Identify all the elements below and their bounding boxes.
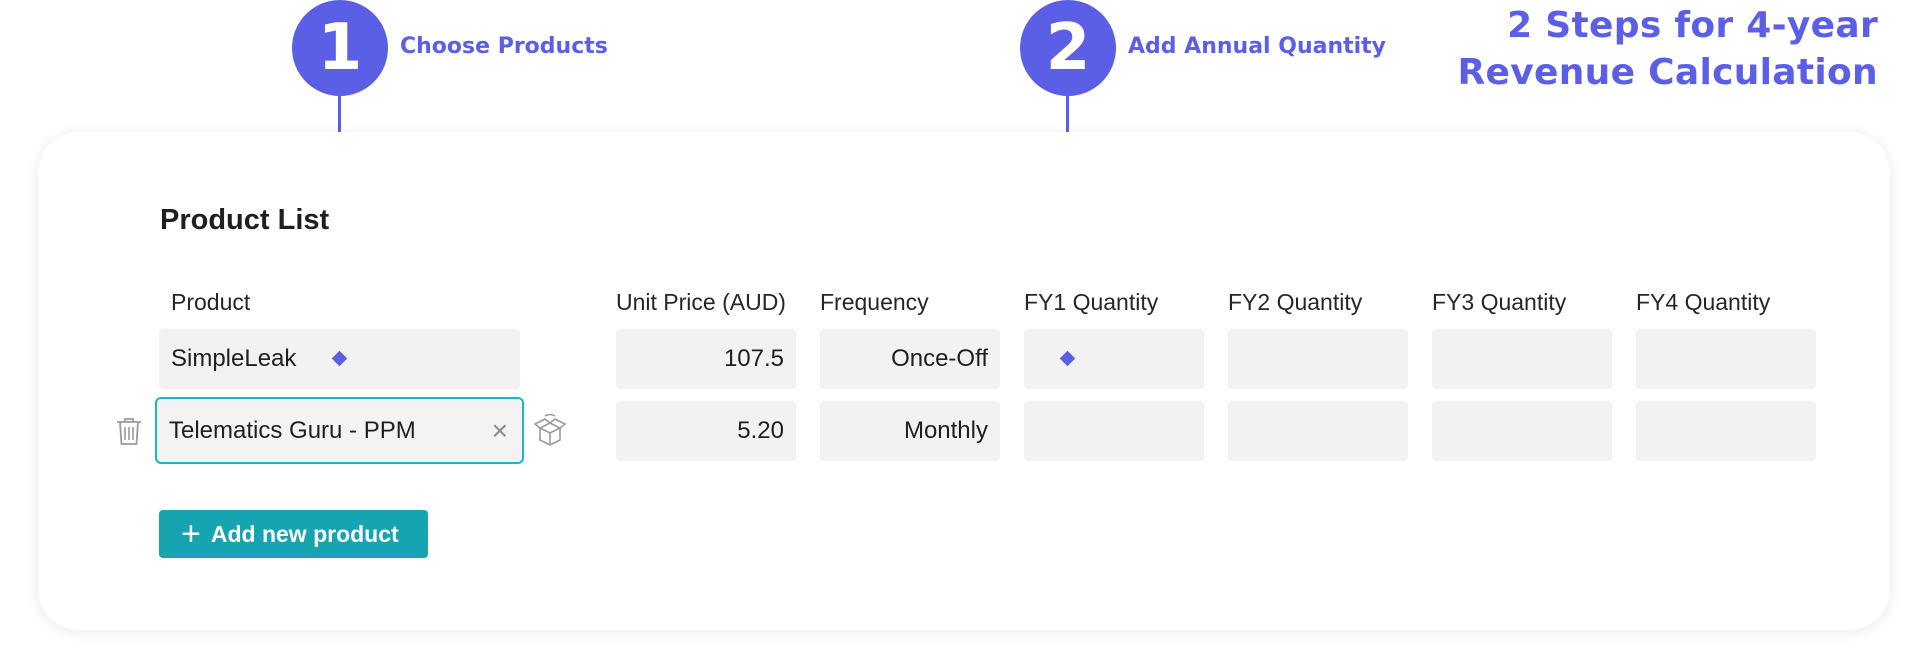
col-header-frequency: Frequency (820, 289, 929, 315)
headline: 2 Steps for 4-year Revenue Calculation (1458, 2, 1879, 96)
col-header-unit-price: Unit Price (AUD) (616, 289, 786, 315)
frequency-field[interactable]: Monthly (820, 401, 1000, 461)
unit-price-field[interactable]: 107.5 (616, 329, 796, 389)
col-header-fy4: FY4 Quantity (1636, 289, 1771, 315)
step-1-badge: 1 (292, 0, 388, 96)
fy1-quantity-input[interactable] (1024, 329, 1204, 389)
step-2-label: Add Annual Quantity (1128, 34, 1387, 59)
add-new-product-label: Add new product (210, 520, 399, 547)
product-field[interactable]: Telematics Guru - PPM × (155, 397, 524, 464)
clear-icon[interactable]: × (492, 416, 508, 445)
fy2-quantity-input[interactable] (1228, 329, 1408, 389)
col-header-fy1: FY1 Quantity (1024, 289, 1159, 315)
col-header-product: Product (171, 289, 251, 315)
product-box-icon[interactable] (532, 413, 568, 453)
fy4-quantity-input[interactable] (1636, 401, 1816, 461)
col-header-fy3: FY3 Quantity (1432, 289, 1567, 315)
fy1-quantity-input[interactable] (1024, 401, 1204, 461)
product-field-value: Telematics Guru - PPM (169, 416, 416, 444)
fy3-quantity-input[interactable] (1432, 401, 1612, 461)
step-2-badge: 2 (1020, 0, 1116, 96)
col-header-fy2: FY2 Quantity (1228, 289, 1363, 315)
fy2-quantity-input[interactable] (1228, 401, 1408, 461)
headline-line-2: Revenue Calculation (1457, 52, 1878, 93)
fy4-quantity-input[interactable] (1636, 329, 1816, 389)
add-new-product-button[interactable]: + Add new product (159, 510, 428, 558)
unit-price-field[interactable]: 5.20 (616, 401, 796, 461)
trash-icon[interactable] (114, 415, 144, 452)
fy3-quantity-input[interactable] (1432, 329, 1612, 389)
plus-icon: + (181, 515, 201, 553)
step-1-label: Choose Products (400, 34, 608, 59)
headline-line-1: 2 Steps for 4-year (1507, 5, 1878, 46)
product-list-title: Product List (160, 204, 330, 236)
frequency-field[interactable]: Once-Off (820, 329, 1000, 389)
